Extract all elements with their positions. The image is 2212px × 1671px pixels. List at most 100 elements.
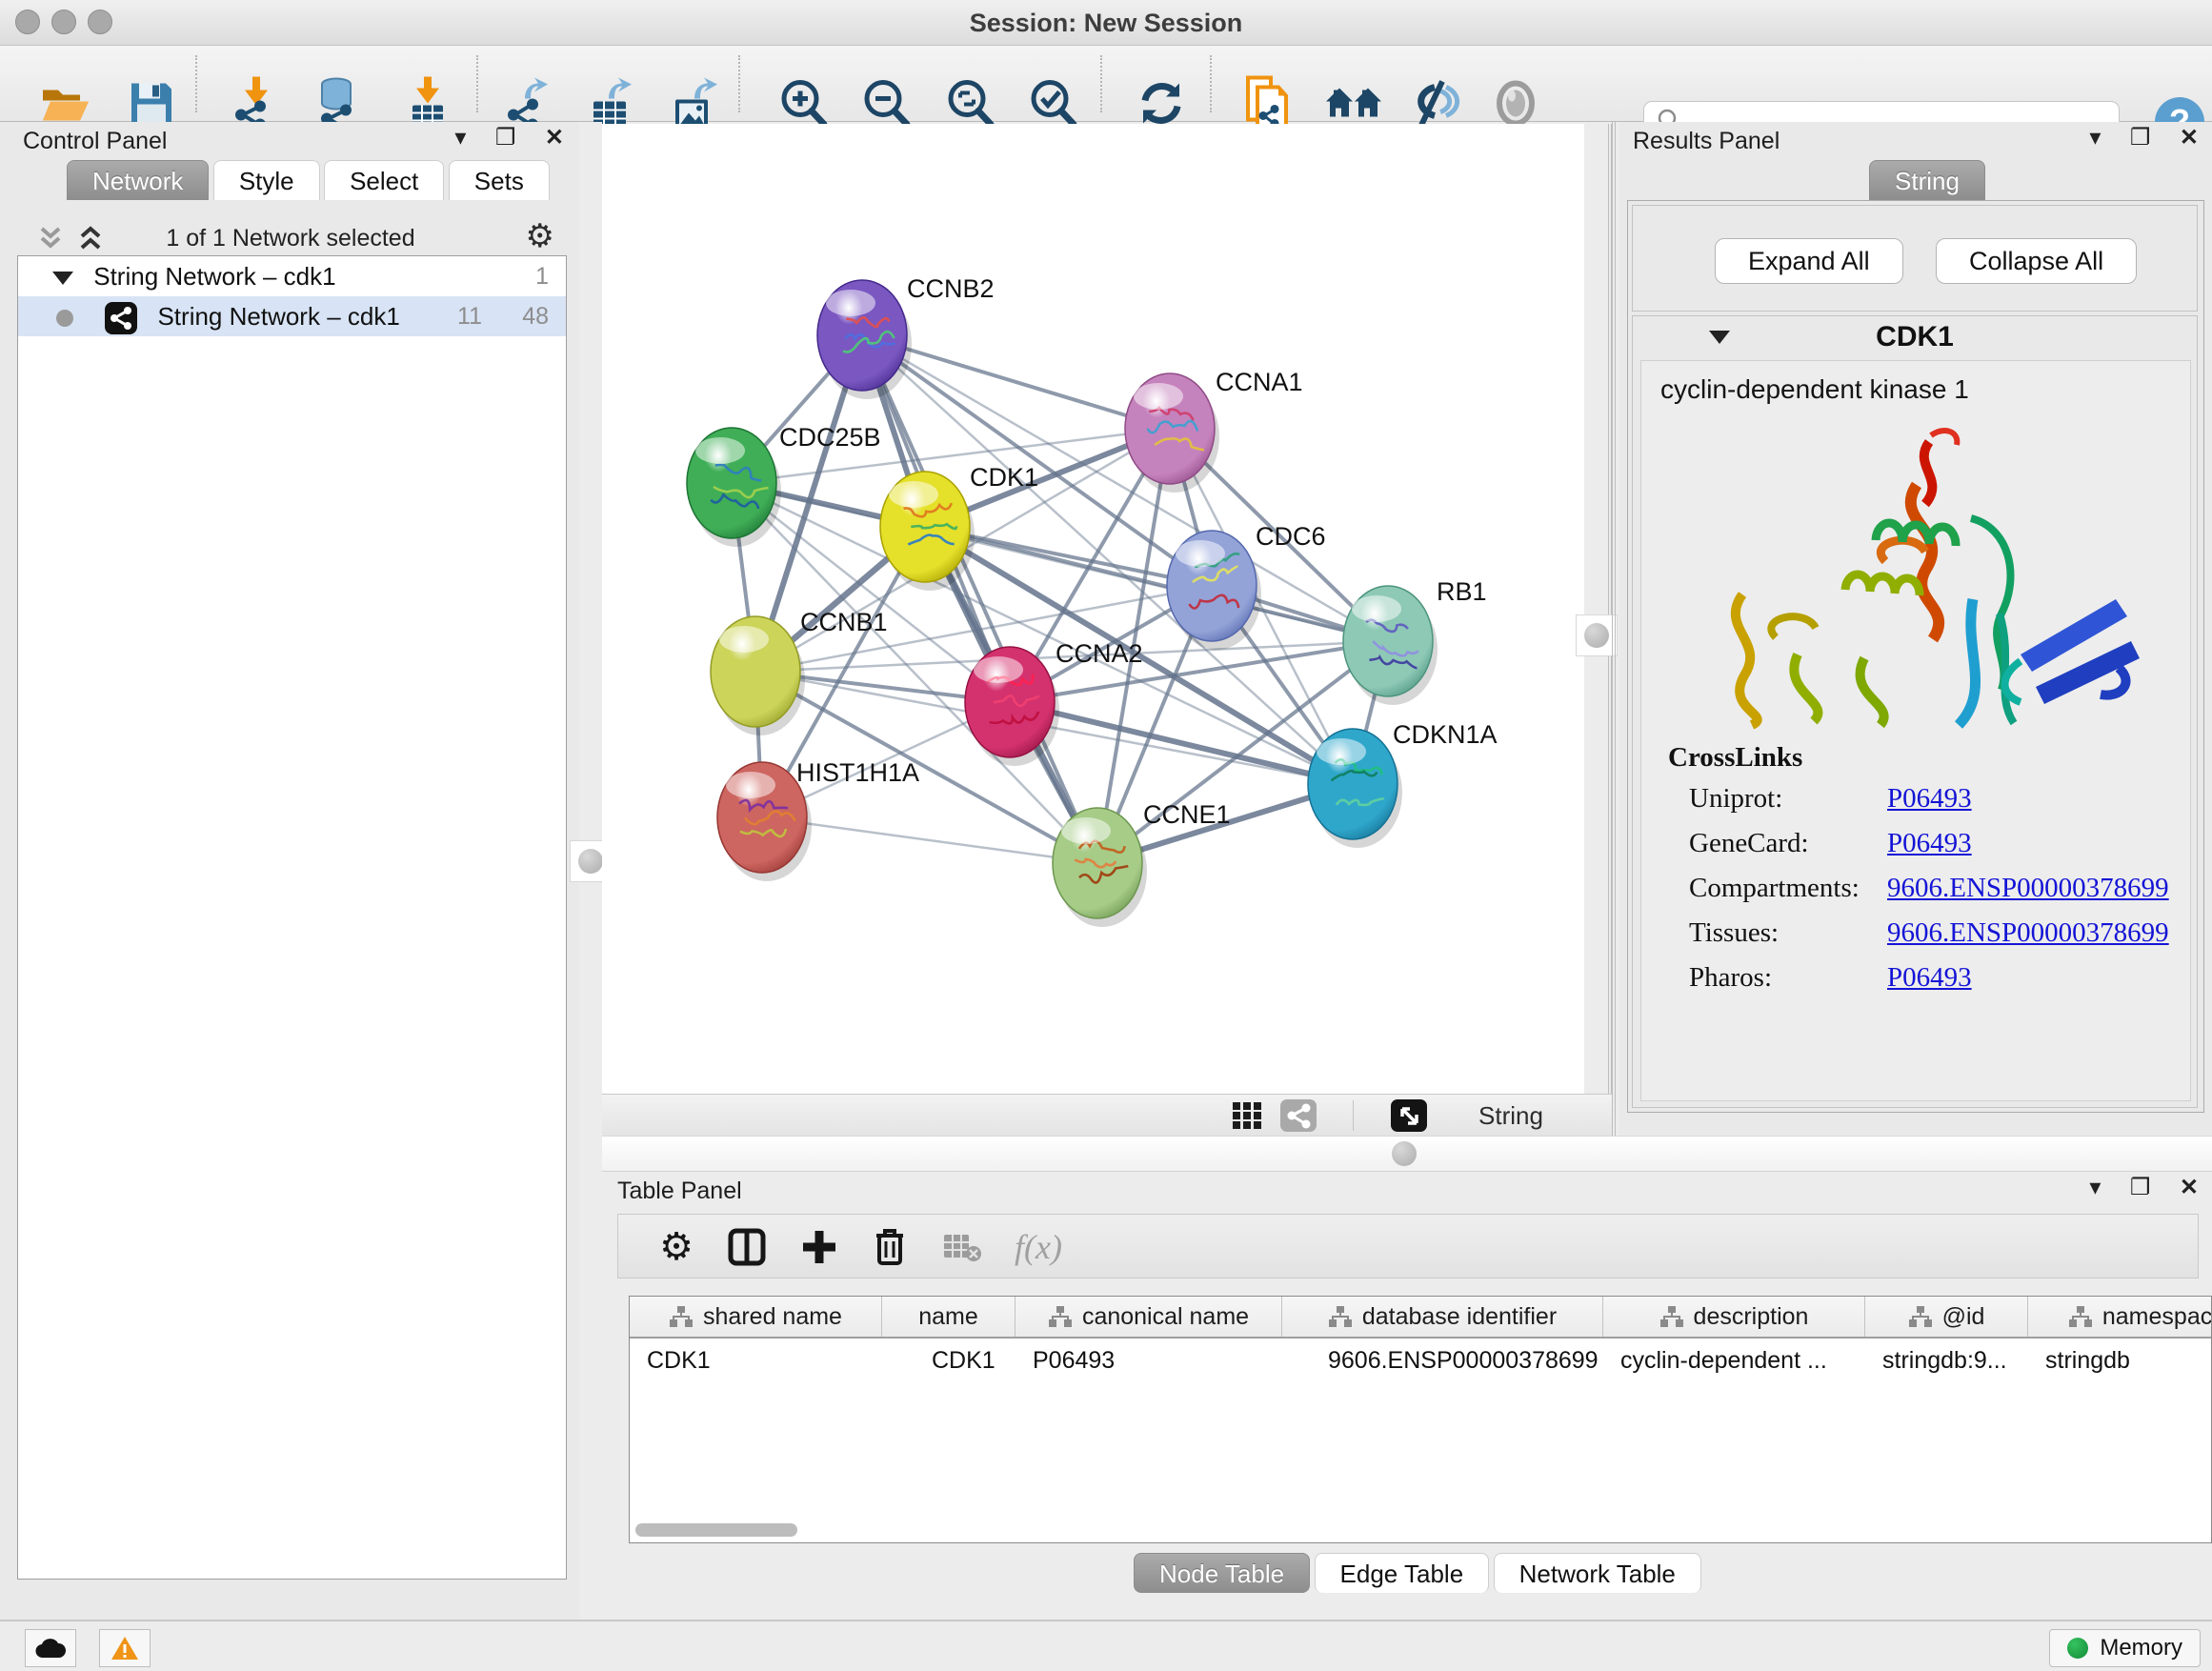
open-folder-icon <box>40 82 91 124</box>
warning-icon <box>111 1635 139 1661</box>
column-header-database-identifier[interactable]: database identifier <box>1282 1297 1603 1337</box>
column-header-id[interactable]: @id <box>1865 1297 2028 1337</box>
horizontal-splitter-grip[interactable] <box>1383 1133 1425 1175</box>
tab-sets[interactable]: Sets <box>449 160 550 200</box>
control-panel: Control Panel ▾ ❐ ✕ Network Style Select… <box>0 122 581 1620</box>
close-panel-icon[interactable]: ✕ <box>545 124 564 151</box>
node-label-CDC6: CDC6 <box>1256 522 1326 551</box>
network-edge-count: 48 <box>522 296 549 336</box>
crosslink-row: Compartments: 9606.ENSP00000378699 <box>1668 873 2182 904</box>
birdseye-view-button[interactable] <box>1391 1099 1427 1132</box>
window-title: Session: New Session <box>0 0 2212 46</box>
node-CCNB1[interactable] <box>711 616 805 735</box>
show-columns-button[interactable] <box>719 1220 774 1274</box>
node-CCNA1[interactable] <box>1125 373 1219 493</box>
column-type-icon <box>2068 1305 2093 1328</box>
network-collection-row[interactable]: String Network – cdk1 1 <box>18 256 566 296</box>
grid-icon <box>1231 1100 1263 1131</box>
float-panel-icon[interactable]: ❐ <box>2130 124 2151 151</box>
tab-style[interactable]: Style <box>213 160 320 200</box>
expand-all-button[interactable]: Expand All <box>1715 238 1903 284</box>
column-header-namespace[interactable]: namespace <box>2028 1297 2212 1337</box>
node-CCNB2[interactable] <box>817 280 912 399</box>
canvas-bar-separator <box>1353 1100 1354 1131</box>
float-panel-icon[interactable]: ❐ <box>495 124 516 151</box>
zoom-selected-icon <box>1026 76 1079 130</box>
network-selection-row: 1 of 1 Network selected ⚙ <box>0 217 581 259</box>
node-CCNE1[interactable] <box>1053 808 1147 927</box>
share-view-icon <box>1280 1099 1317 1132</box>
view-mode-button[interactable] <box>1280 1099 1317 1132</box>
crosslink-uniprot-link[interactable]: P06493 <box>1887 783 1972 815</box>
network-row[interactable]: String Network – cdk1 11 48 <box>18 296 566 336</box>
collapse-all-button[interactable]: Collapse All <box>1936 238 2137 284</box>
horizontal-splitter[interactable] <box>602 1136 2212 1172</box>
create-column-button[interactable] <box>792 1220 847 1274</box>
status-bar: Memory <box>0 1620 2212 1671</box>
network-selection-status: 1 of 1 Network selected <box>0 217 581 259</box>
panel-menu-icon[interactable]: ▾ <box>454 124 466 151</box>
node-CDC6[interactable] <box>1167 531 1261 650</box>
left-splitter[interactable] <box>579 122 602 1620</box>
table-header-row: shared name name canonical name database… <box>630 1297 2211 1339</box>
delete-column-button[interactable] <box>862 1220 917 1274</box>
panel-menu-icon[interactable]: ▾ <box>2089 1174 2101 1201</box>
toolbar-separator <box>1100 55 1102 112</box>
cell-namespace: stringdb <box>2028 1339 2212 1382</box>
warnings-button[interactable] <box>99 1629 151 1667</box>
collection-caret-icon[interactable] <box>52 272 73 285</box>
tab-edge-table[interactable]: Edge Table <box>1315 1553 1490 1593</box>
tab-network-table[interactable]: Network Table <box>1494 1553 1701 1593</box>
node-CDKN1A[interactable] <box>1308 729 1402 848</box>
table-panel-title: Table Panel <box>617 1178 742 1205</box>
table-horizontal-scrollbar[interactable] <box>635 1523 2205 1539</box>
network-bullet-icon <box>56 310 73 327</box>
node-CDK1[interactable] <box>880 472 975 591</box>
crosslink-pharos-link[interactable]: P06493 <box>1887 962 1972 994</box>
column-header-description[interactable]: description <box>1603 1297 1865 1337</box>
node-label-RB1: RB1 <box>1437 577 1487 606</box>
refresh-icon <box>1136 77 1187 129</box>
column-type-icon <box>1908 1305 1933 1328</box>
delete-table-button[interactable] <box>935 1220 990 1274</box>
column-header-canonical-name[interactable]: canonical name <box>1016 1297 1282 1337</box>
cdk1-details: cyclin-dependent kinase 1 <box>1640 360 2191 1101</box>
node-CCNA2[interactable] <box>965 647 1059 766</box>
edge-HIST1H1A-CCNE1[interactable] <box>762 817 1097 863</box>
close-panel-icon[interactable]: ✕ <box>2180 1174 2199 1201</box>
node-label-CDKN1A: CDKN1A <box>1393 720 1498 749</box>
table-panel: Table Panel ▾ ❐ ✕ ⚙ <box>602 1172 2212 1620</box>
cloud-tasks-button[interactable] <box>25 1629 76 1667</box>
network-canvas[interactable]: CCNB2CCNA1CDC25BCDK1CDC6RB1CCNB1CCNA2CDK… <box>602 124 1584 1094</box>
panel-menu-icon[interactable]: ▾ <box>2089 124 2101 151</box>
crosslink-label: Compartments: <box>1668 873 1887 904</box>
grid-mode-button[interactable] <box>1231 1100 1263 1136</box>
crosslinks-title: CrossLinks <box>1668 742 2182 774</box>
table-row[interactable]: CDK1 CDK1 P06493 9606.ENSP00000378699 cy… <box>630 1339 2211 1382</box>
node-label-CCNA1: CCNA1 <box>1216 368 1303 396</box>
tab-node-table[interactable]: Node Table <box>1134 1553 1310 1593</box>
tab-network[interactable]: Network <box>67 160 209 200</box>
close-panel-icon[interactable]: ✕ <box>2180 124 2199 151</box>
tab-string[interactable]: String <box>1869 160 1985 200</box>
crosslink-genecard-link[interactable]: P06493 <box>1887 828 1972 859</box>
crosslink-tissues-link[interactable]: 9606.ENSP00000378699 <box>1887 917 2169 949</box>
tab-select[interactable]: Select <box>324 160 444 200</box>
column-type-icon <box>1659 1305 1684 1328</box>
control-panel-title: Control Panel <box>23 128 167 155</box>
float-panel-icon[interactable]: ❐ <box>2130 1174 2151 1201</box>
network-options-gear-icon[interactable]: ⚙ <box>526 217 554 255</box>
memory-button[interactable]: Memory <box>2049 1629 2201 1667</box>
function-builder-button[interactable]: f(x) <box>1011 1220 1066 1274</box>
table-settings-gear-icon[interactable]: ⚙ <box>649 1220 704 1274</box>
node-label-CDK1: CDK1 <box>970 463 1038 492</box>
column-header-name[interactable]: name <box>882 1297 1016 1337</box>
scrollbar-thumb[interactable] <box>635 1523 797 1537</box>
delete-table-icon <box>942 1231 982 1263</box>
crosslink-compartments-link[interactable]: 9606.ENSP00000378699 <box>1887 873 2169 904</box>
column-header-shared-name[interactable]: shared name <box>630 1297 882 1337</box>
show-graphics-details-icon <box>1492 79 1539 127</box>
cdk1-section-header[interactable]: CDK1 <box>1633 316 2197 358</box>
node-RB1[interactable] <box>1343 586 1438 705</box>
node-table[interactable]: shared name name canonical name database… <box>629 1296 2212 1543</box>
